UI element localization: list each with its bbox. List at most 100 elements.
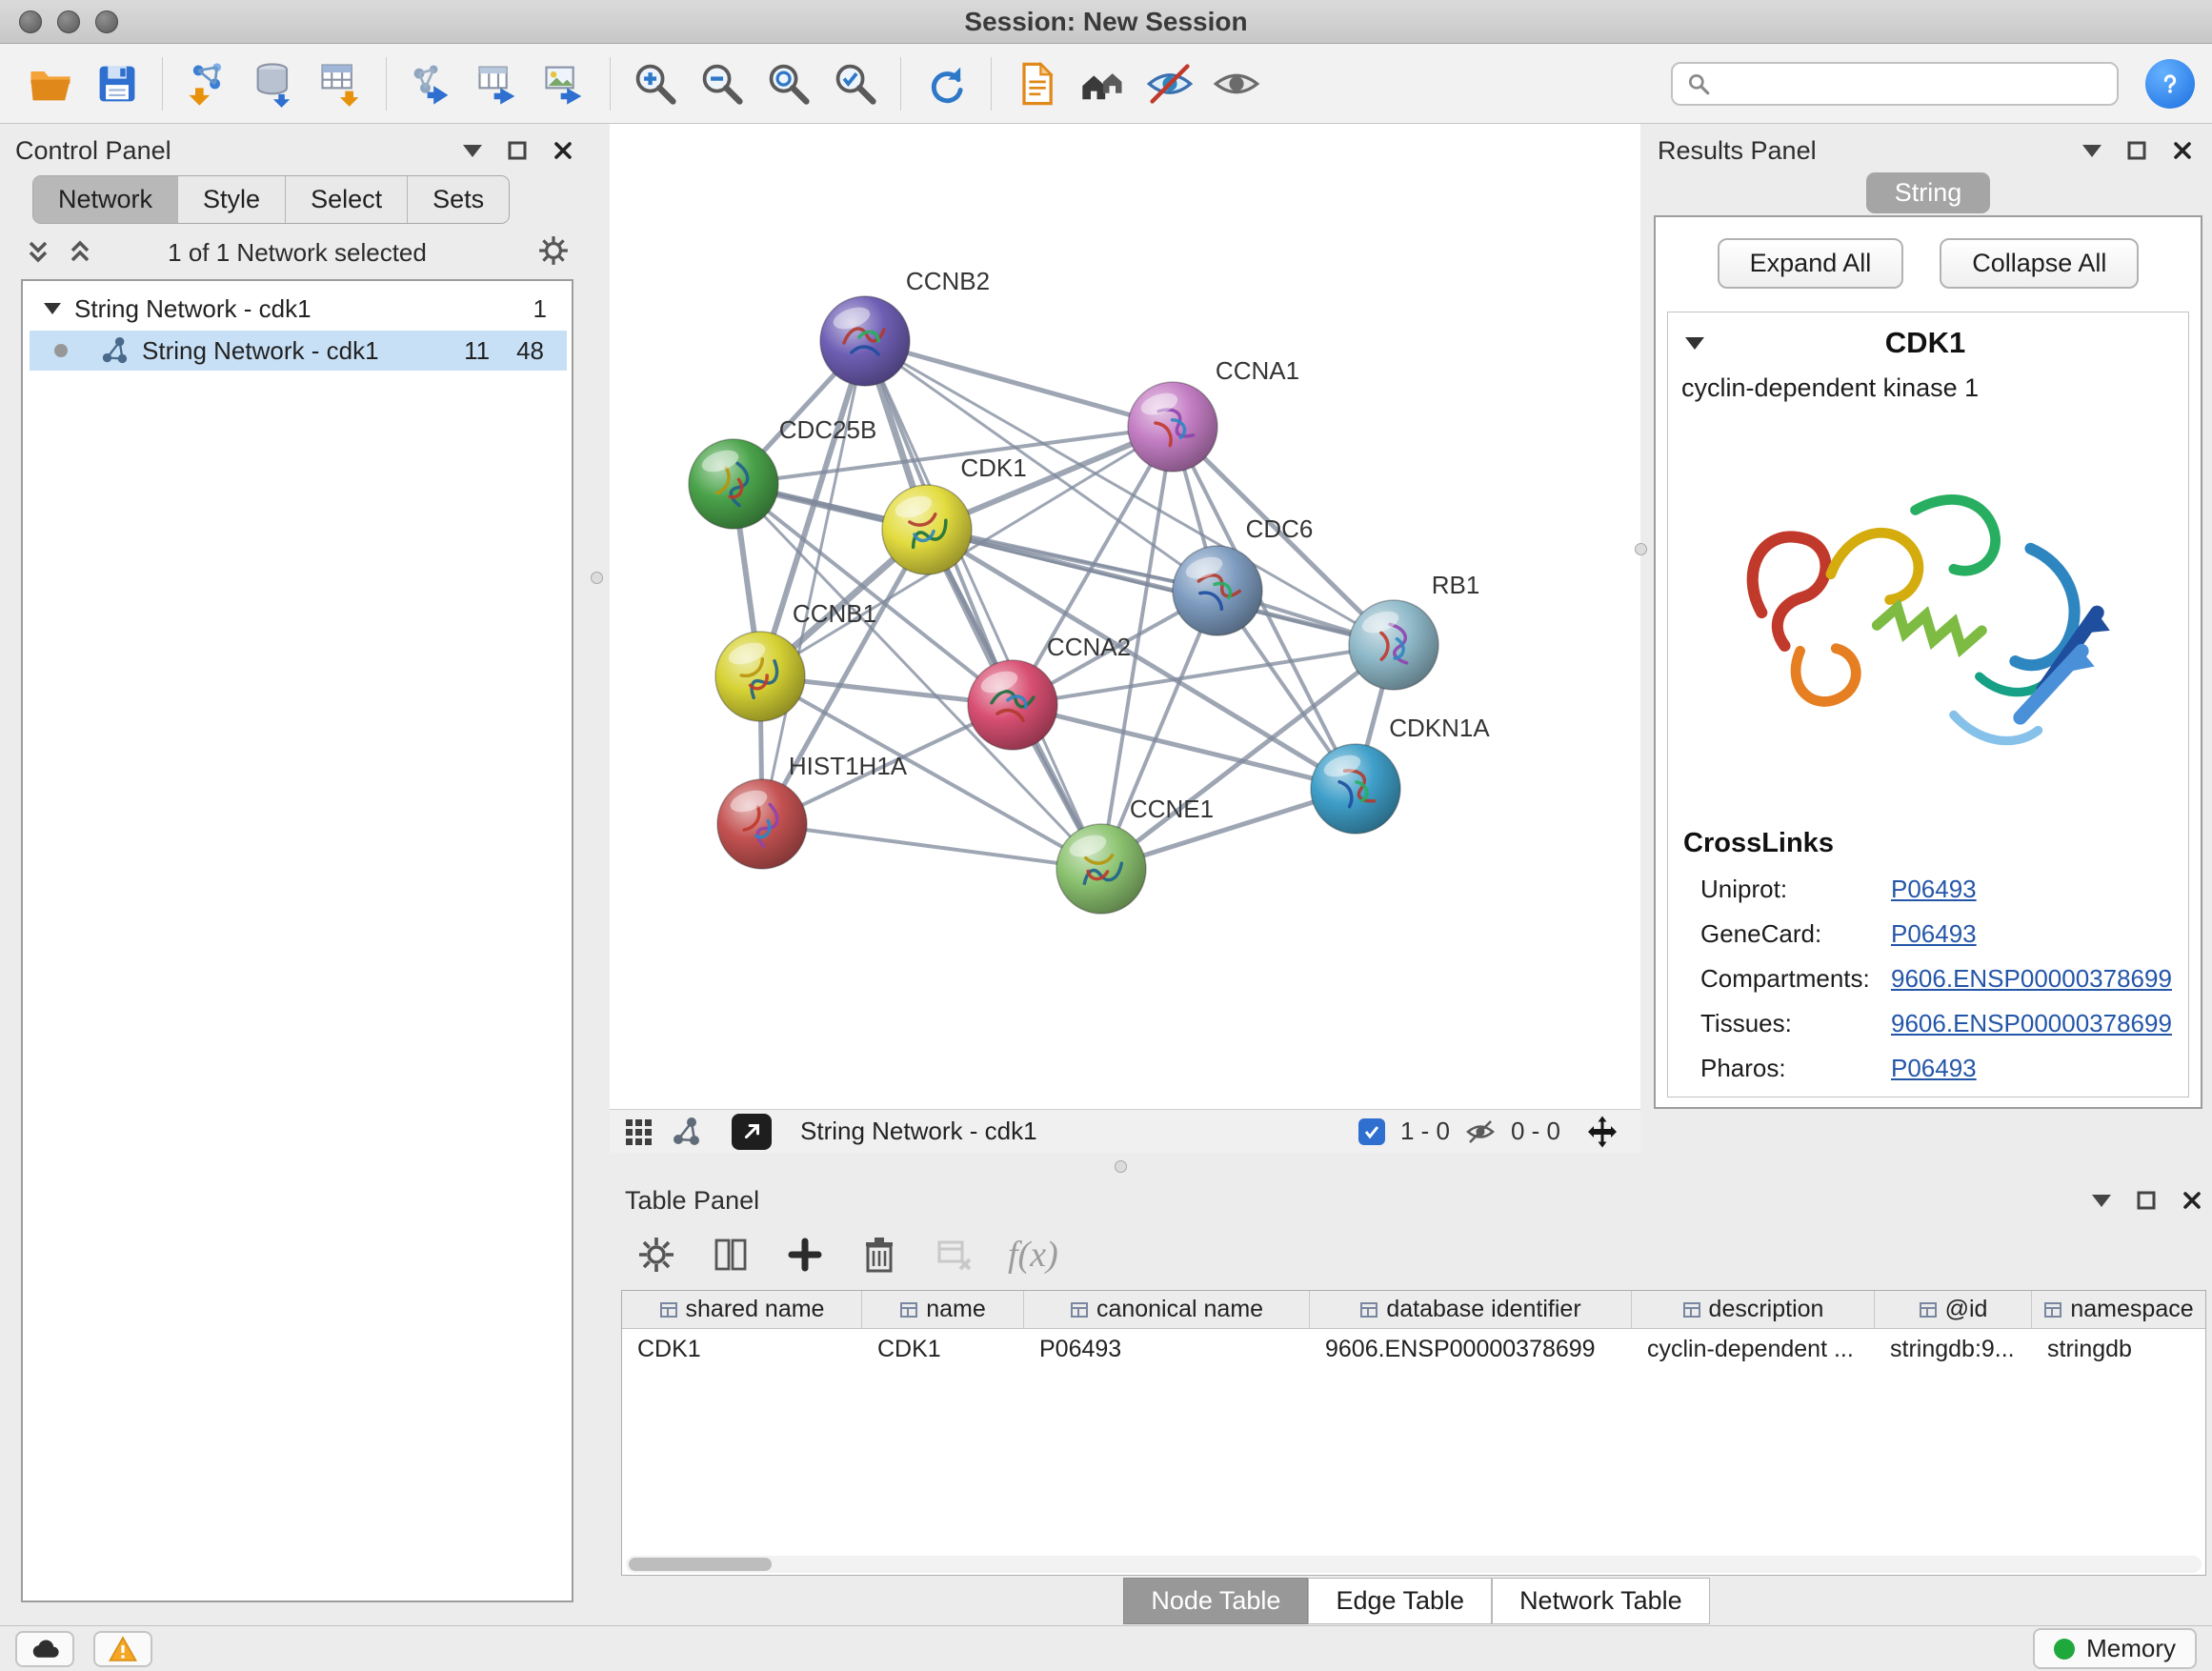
float-panel-icon[interactable]: [2136, 1190, 2157, 1211]
close-panel-icon[interactable]: [2182, 1190, 2202, 1211]
expand-all-button[interactable]: Expand All: [1718, 238, 1904, 289]
collapse-protein-icon[interactable]: [1685, 337, 1704, 359]
cloud-button[interactable]: [15, 1631, 74, 1667]
document-button[interactable]: [1003, 51, 1070, 116]
zoom-window-button[interactable]: [95, 10, 118, 33]
network-share-icon[interactable]: [671, 1117, 701, 1147]
minimize-window-button[interactable]: [57, 10, 80, 33]
help-button[interactable]: [2145, 59, 2195, 109]
show-columns-icon[interactable]: [711, 1235, 751, 1275]
table-cell[interactable]: 9606.ENSP00000378699: [1310, 1336, 1632, 1363]
crosslink-value-link[interactable]: 9606.ENSP00000378699: [1891, 964, 2172, 994]
zoom-fit-button[interactable]: [755, 51, 822, 116]
panel-menu-icon[interactable]: [2092, 1195, 2111, 1217]
table-cell[interactable]: CDK1: [862, 1336, 1024, 1363]
panel-menu-icon[interactable]: [463, 145, 482, 167]
close-panel-icon[interactable]: [553, 140, 573, 161]
network-node-ccna1[interactable]: CCNA1: [1128, 356, 1299, 472]
column-header-name[interactable]: name: [862, 1291, 1024, 1328]
table-cell[interactable]: stringdb:9...: [1875, 1336, 2032, 1363]
left-splitter[interactable]: [583, 124, 610, 1625]
column-header-namespace[interactable]: namespace: [2032, 1291, 2205, 1328]
crosslink-value-link[interactable]: P06493: [1891, 919, 1977, 949]
import-network-database-button[interactable]: [241, 51, 308, 116]
tab-select[interactable]: Select: [286, 176, 408, 223]
table-options-gear-icon[interactable]: [636, 1235, 676, 1275]
open-external-button[interactable]: [732, 1114, 772, 1150]
memory-button[interactable]: Memory: [2033, 1628, 2197, 1669]
collection-expand-icon[interactable]: [44, 303, 61, 323]
export-image-button[interactable]: [532, 51, 598, 116]
open-session-button[interactable]: [17, 51, 84, 116]
import-network-file-button[interactable]: [174, 51, 241, 116]
tab-node-table[interactable]: Node Table: [1123, 1578, 1308, 1624]
horizontal-scrollbar[interactable]: [626, 1556, 2202, 1573]
zoom-selected-button[interactable]: [822, 51, 889, 116]
add-column-icon[interactable]: [785, 1235, 825, 1275]
network-node-cdc6[interactable]: CDC6: [1173, 514, 1313, 635]
table-cell[interactable]: P06493: [1024, 1336, 1310, 1363]
pan-move-icon[interactable]: [1576, 1115, 1619, 1149]
network-options-gear-icon[interactable]: [537, 234, 570, 272]
column-header-database-identifier[interactable]: database identifier: [1310, 1291, 1632, 1328]
scrollbar-thumb[interactable]: [629, 1558, 772, 1571]
table-cell[interactable]: CDK1: [622, 1336, 862, 1363]
network-edge-ccnb2-ccna1[interactable]: [865, 341, 1173, 427]
export-network-button[interactable]: [398, 51, 465, 116]
collapse-all-icon[interactable]: [25, 239, 51, 266]
zoom-in-button[interactable]: [622, 51, 689, 116]
network-row-selected[interactable]: String Network - cdk1 11 48: [30, 331, 567, 371]
panel-menu-icon[interactable]: [2082, 145, 2101, 167]
right-splitter-handle[interactable]: [1635, 543, 1647, 555]
hidden-eye-slash-icon[interactable]: [1465, 1117, 1496, 1147]
expand-all-icon[interactable]: [67, 239, 93, 266]
float-panel-icon[interactable]: [2126, 140, 2147, 161]
splitter-handle[interactable]: [591, 572, 603, 584]
tab-style[interactable]: Style: [178, 176, 286, 223]
save-session-button[interactable]: [84, 51, 151, 116]
tab-string[interactable]: String: [1866, 172, 1991, 213]
column-header-shared-name[interactable]: shared name: [622, 1291, 862, 1328]
network-edge-hist1h1a-ccne1[interactable]: [762, 824, 1101, 869]
home-button[interactable]: [1070, 51, 1136, 116]
network-node-ccne1[interactable]: CCNE1: [1056, 795, 1214, 914]
close-panel-icon[interactable]: [2172, 140, 2193, 161]
graphics-details-button[interactable]: [1136, 51, 1203, 116]
network-node-rb1[interactable]: RB1: [1349, 571, 1479, 690]
network-edge-cdk1-rb1[interactable]: [927, 530, 1394, 645]
show-hide-graphics-button[interactable]: [1203, 51, 1270, 116]
import-table-button[interactable]: [308, 51, 374, 116]
network-node-cdk1[interactable]: CDK1: [882, 453, 1027, 574]
table-cell[interactable]: cyclin-dependent ...: [1632, 1336, 1875, 1363]
tab-network[interactable]: Network: [33, 176, 178, 223]
column-header--id[interactable]: @id: [1875, 1291, 2032, 1328]
network-node-hist1h1a[interactable]: HIST1H1A: [717, 752, 908, 869]
grid-view-icon[interactable]: [623, 1117, 654, 1147]
tab-network-table[interactable]: Network Table: [1492, 1578, 1710, 1624]
export-table-button[interactable]: [465, 51, 532, 116]
search-input[interactable]: [1720, 69, 2103, 98]
selected-checkbox-icon[interactable]: [1358, 1118, 1385, 1145]
zoom-out-button[interactable]: [689, 51, 755, 116]
column-header-description[interactable]: description: [1632, 1291, 1875, 1328]
network-canvas[interactable]: CCNB2CCNA1CDC25BCDK1CDC6RB1CCNB1CCNA2CDK…: [610, 124, 1640, 1109]
column-header-canonical-name[interactable]: canonical name: [1024, 1291, 1310, 1328]
function-builder-button[interactable]: f(x): [1008, 1234, 1058, 1276]
splitter-handle[interactable]: [1115, 1160, 1127, 1173]
table-row[interactable]: CDK1CDK1P064939606.ENSP00000378699cyclin…: [622, 1329, 2205, 1369]
crosslink-value-link[interactable]: P06493: [1891, 875, 1977, 904]
network-node-cdkn1a[interactable]: CDKN1A: [1311, 714, 1490, 834]
network-edge-ccnb2-ccne1[interactable]: [865, 341, 1101, 869]
refresh-button[interactable]: [913, 51, 979, 116]
crosslink-value-link[interactable]: 9606.ENSP00000378699: [1891, 1009, 2172, 1038]
horizontal-splitter[interactable]: [610, 1153, 2212, 1181]
tab-sets[interactable]: Sets: [408, 176, 509, 223]
delete-column-icon[interactable]: [859, 1235, 899, 1275]
crosslink-value-link[interactable]: P06493: [1891, 1054, 1977, 1083]
table-cell[interactable]: stringdb: [2032, 1336, 2205, 1363]
collapse-all-button[interactable]: Collapse All: [1940, 238, 2139, 289]
tab-edge-table[interactable]: Edge Table: [1308, 1578, 1492, 1624]
close-window-button[interactable]: [19, 10, 42, 33]
float-panel-icon[interactable]: [507, 140, 528, 161]
warnings-button[interactable]: [93, 1631, 152, 1667]
